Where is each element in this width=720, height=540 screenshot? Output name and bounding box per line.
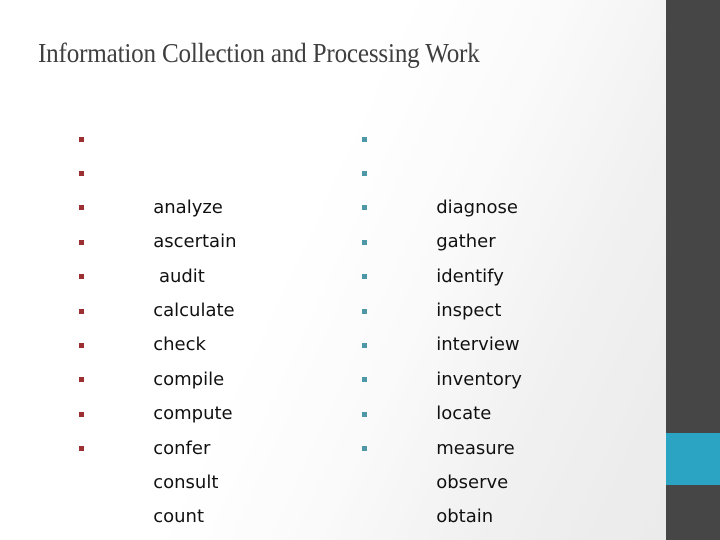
slide: Information Collection and Processing Wo…	[0, 0, 720, 540]
bullet-square-icon	[362, 377, 367, 383]
bullet-columns: analyze ascertain audit calculate check	[0, 122, 666, 527]
accent-block	[666, 433, 720, 485]
list-item[interactable]: consult	[72, 397, 342, 493]
bullet-square-icon	[362, 343, 367, 349]
bullet-square-icon	[79, 274, 84, 280]
list-item[interactable]: measure	[355, 363, 625, 459]
list-item[interactable]: interview	[355, 260, 625, 355]
list-item-label: consult	[153, 471, 219, 493]
list-item[interactable]: compile	[72, 294, 342, 390]
list-item[interactable]: ascertain	[72, 156, 342, 252]
bullet-column-left: analyze ascertain audit calculate check	[72, 122, 342, 527]
bullet-column-right: diagnose gather identify inspect intervi…	[355, 122, 625, 527]
list-item[interactable]: audit	[72, 191, 342, 287]
bullet-list-left: analyze ascertain audit calculate check	[72, 122, 342, 527]
list-item[interactable]: compute	[72, 328, 342, 424]
bullet-square-icon	[79, 308, 84, 314]
bullet-square-icon	[79, 171, 84, 177]
bullet-square-icon	[362, 136, 367, 142]
bullet-square-icon	[79, 377, 84, 383]
list-item-label: obtain	[436, 506, 494, 528]
list-item[interactable]: obtain	[355, 432, 625, 527]
right-decorative-rail	[666, 0, 720, 540]
bullet-square-icon	[362, 274, 367, 280]
bullet-square-icon	[362, 171, 367, 177]
list-item[interactable]: check	[72, 260, 342, 355]
bullet-square-icon	[79, 239, 84, 245]
page-title: Information Collection and Processing Wo…	[38, 38, 480, 68]
bullet-square-icon	[79, 446, 84, 452]
list-item[interactable]: count	[72, 432, 342, 527]
list-item-label: observe	[436, 471, 509, 493]
list-item[interactable]: diagnose	[355, 122, 625, 218]
list-item[interactable]: calculate	[72, 225, 342, 321]
bullet-square-icon	[362, 446, 367, 452]
bullet-square-icon	[362, 411, 367, 417]
list-item[interactable]: gather	[355, 156, 625, 252]
list-item[interactable]: confer	[72, 363, 342, 459]
bullet-square-icon	[79, 205, 84, 211]
bullet-square-icon	[362, 205, 367, 211]
bullet-square-icon	[362, 308, 367, 314]
bullet-square-icon	[79, 136, 84, 142]
list-item[interactable]: inventory	[355, 294, 625, 390]
list-item-label: count	[153, 506, 205, 528]
list-item[interactable]: identify	[355, 191, 625, 287]
bullet-square-icon	[79, 411, 84, 417]
bullet-square-icon	[362, 239, 367, 245]
bullet-square-icon	[79, 343, 84, 349]
bullet-list-right: diagnose gather identify inspect intervi…	[355, 122, 625, 527]
list-item[interactable]: locate	[355, 328, 625, 424]
list-item[interactable]: analyze	[72, 122, 342, 218]
list-item[interactable]: inspect	[355, 225, 625, 321]
list-item[interactable]: observe	[355, 397, 625, 493]
